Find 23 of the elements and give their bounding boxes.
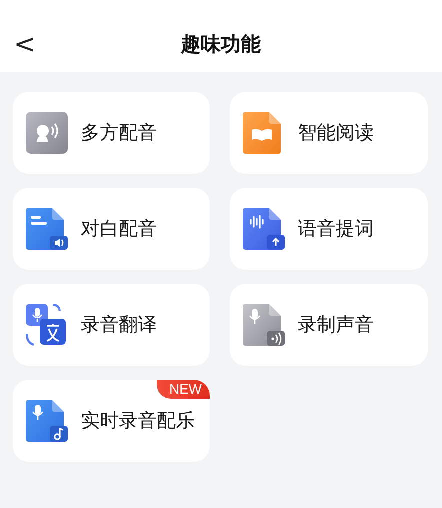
feature-label: 录音翻译	[81, 313, 157, 338]
feature-label: 多方配音	[81, 121, 157, 146]
feature-card[interactable]: 智能阅读	[230, 92, 428, 174]
feature-label: 语音提词	[298, 217, 374, 242]
back-button[interactable]: <	[10, 32, 40, 58]
feature-label: 智能阅读	[298, 121, 374, 146]
speaker-file-icon	[26, 208, 68, 250]
feature-card[interactable]: 录制声音	[230, 284, 428, 366]
speaking-head-icon	[26, 112, 68, 154]
feature-label: 录制声音	[298, 313, 374, 338]
feature-label: 对白配音	[81, 217, 157, 242]
translate-icon	[26, 304, 68, 346]
feature-card[interactable]: NEW 实时录音配乐	[13, 380, 210, 462]
music-file-icon	[26, 400, 68, 442]
new-badge: NEW	[157, 380, 210, 399]
microphone-file-icon	[243, 304, 285, 346]
feature-card[interactable]: 多方配音	[13, 92, 210, 174]
feature-card[interactable]: 对白配音	[13, 188, 210, 270]
page-title: 趣味功能	[181, 31, 261, 58]
feature-label: 实时录音配乐	[81, 409, 195, 434]
feature-card[interactable]: 录音翻译	[13, 284, 210, 366]
feature-card[interactable]: 语音提词	[230, 188, 428, 270]
upload-file-icon	[243, 208, 285, 250]
